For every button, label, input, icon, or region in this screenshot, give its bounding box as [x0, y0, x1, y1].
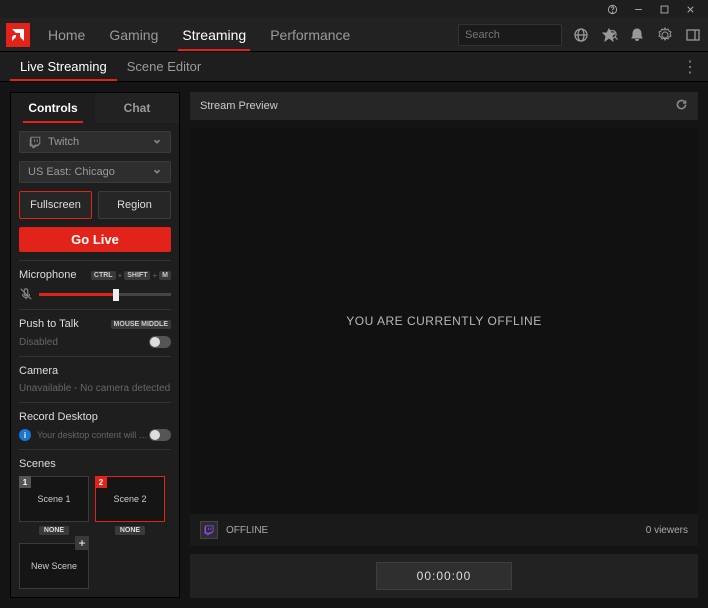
viewer-count: 0 viewers — [646, 525, 688, 536]
scene-badge: 2 — [95, 476, 107, 488]
ptt-title: Push to Talk — [19, 318, 79, 330]
close-icon[interactable] — [684, 3, 696, 15]
mic-title: Microphone — [19, 269, 76, 281]
record-toggle[interactable] — [149, 429, 171, 441]
scene-name: Scene 1 — [37, 494, 70, 504]
help-icon[interactable] — [606, 3, 618, 15]
scene-1[interactable]: 1 Scene 1 NONE — [19, 476, 89, 535]
scene-tag: NONE — [39, 526, 69, 535]
mic-muted-icon[interactable] — [19, 287, 33, 301]
offline-message: YOU ARE CURRENTLY OFFLINE — [190, 128, 698, 514]
record-info: Your desktop content will be blacked… — [37, 430, 149, 440]
plus-icon: + — [75, 536, 89, 550]
key-mouse-middle: MOUSE MIDDLE — [111, 320, 171, 329]
web-icon[interactable] — [572, 26, 590, 44]
server-label: US East: Chicago — [28, 166, 115, 178]
camera-status: Unavailable - No camera detected — [19, 383, 171, 394]
controls-sidebar: Controls Chat Twitch US East: Chicago Fu… — [10, 92, 180, 598]
top-nav: Home Gaming Streaming Performance — [0, 18, 708, 52]
twitch-icon — [28, 135, 42, 149]
minimize-icon[interactable] — [632, 3, 644, 15]
scene-badge: 1 — [19, 476, 31, 488]
star-icon[interactable] — [600, 26, 618, 44]
nav-gaming[interactable]: Gaming — [99, 18, 168, 51]
window-titlebar — [0, 0, 708, 18]
new-scene-button[interactable]: + New Scene — [19, 543, 89, 589]
nav-streaming[interactable]: Streaming — [172, 18, 256, 51]
region-button[interactable]: Region — [98, 191, 171, 219]
platform-label: Twitch — [48, 136, 79, 148]
tab-chat[interactable]: Chat — [95, 93, 179, 123]
sidebar-toggle-icon[interactable] — [684, 26, 702, 44]
sub-nav: Live Streaming Scene Editor ⋮ — [0, 52, 708, 82]
nav-performance[interactable]: Performance — [260, 18, 360, 51]
preview-title: Stream Preview — [200, 100, 278, 112]
camera-title: Camera — [19, 365, 58, 377]
scene-tag: NONE — [115, 526, 145, 535]
key-shift: SHIFT — [124, 271, 150, 280]
scenes-title: Scenes — [19, 458, 56, 470]
scene-2[interactable]: 2 Scene 2 NONE — [95, 476, 165, 535]
nav-home[interactable]: Home — [38, 18, 95, 51]
brand-logo[interactable] — [6, 23, 30, 47]
ptt-toggle[interactable] — [149, 336, 171, 348]
preview-header: Stream Preview — [190, 92, 698, 120]
chevron-down-icon — [152, 136, 162, 149]
info-icon: i — [19, 429, 31, 441]
bell-icon[interactable] — [628, 26, 646, 44]
ptt-status: Disabled — [19, 337, 58, 348]
more-icon[interactable]: ⋮ — [682, 57, 698, 77]
main-nav: Home Gaming Streaming Performance — [38, 18, 360, 51]
refresh-icon[interactable] — [675, 98, 688, 114]
tab-scene-editor[interactable]: Scene Editor — [117, 52, 211, 81]
server-dropdown[interactable]: US East: Chicago — [19, 161, 171, 183]
scene-name: Scene 2 — [113, 494, 146, 504]
search-box[interactable] — [458, 24, 562, 46]
chevron-down-icon — [152, 166, 162, 179]
gear-icon[interactable] — [656, 26, 674, 44]
fullscreen-button[interactable]: Fullscreen — [19, 191, 92, 219]
new-scene-label: New Scene — [31, 561, 77, 571]
twitch-status-icon — [200, 521, 218, 539]
key-m: M — [159, 271, 171, 280]
key-ctrl: CTRL — [91, 271, 116, 280]
record-title: Record Desktop — [19, 411, 98, 423]
stream-status: OFFLINE — [226, 525, 268, 536]
stream-timer: 00:00:00 — [376, 562, 513, 590]
tab-controls[interactable]: Controls — [11, 93, 95, 123]
maximize-icon[interactable] — [658, 3, 670, 15]
mic-volume-slider[interactable] — [39, 293, 171, 296]
preview-pane: Stream Preview YOU ARE CURRENTLY OFFLINE… — [190, 92, 698, 598]
go-live-button[interactable]: Go Live — [19, 227, 171, 252]
tab-live-streaming[interactable]: Live Streaming — [10, 52, 117, 81]
platform-dropdown[interactable]: Twitch — [19, 131, 171, 153]
